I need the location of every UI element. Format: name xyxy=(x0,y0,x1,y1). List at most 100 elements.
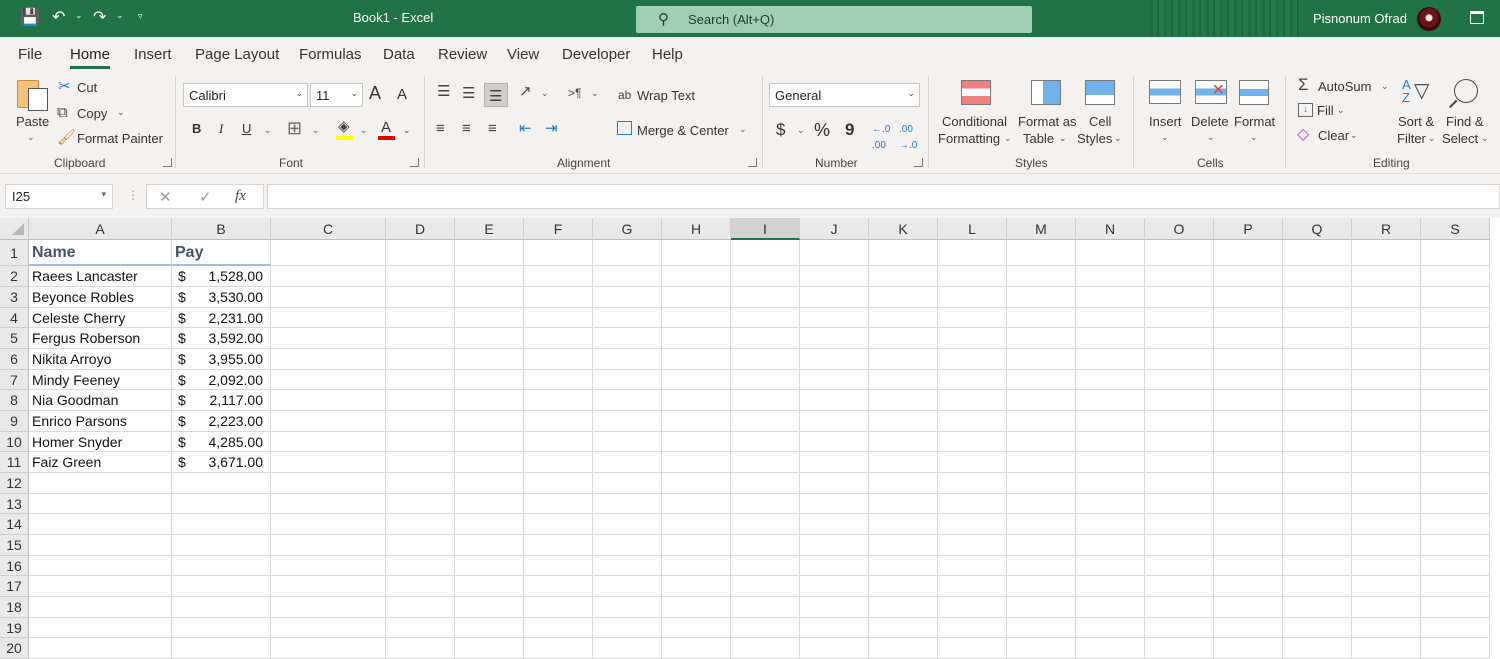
clipboard-launcher-icon[interactable] xyxy=(163,158,172,167)
row-header-15[interactable]: 15 xyxy=(0,535,29,556)
cell-r15[interactable] xyxy=(1352,535,1421,556)
cell-i12[interactable] xyxy=(731,473,800,494)
splitter-handle[interactable]: ⋮ xyxy=(127,188,139,202)
cell-c14[interactable] xyxy=(271,514,386,535)
percent-style-button[interactable]: % xyxy=(814,120,830,141)
cell-c8[interactable] xyxy=(271,390,386,411)
cell-b13[interactable] xyxy=(172,494,271,514)
cell-s5[interactable] xyxy=(1421,328,1490,349)
middle-align-icon[interactable]: ☰ xyxy=(462,86,475,102)
cell-h4[interactable] xyxy=(662,308,731,328)
cell-j3[interactable] xyxy=(800,287,869,308)
cell-g16[interactable] xyxy=(593,556,662,576)
cell-s18[interactable] xyxy=(1421,597,1490,618)
cell-c20[interactable] xyxy=(271,638,386,659)
cell-d7[interactable] xyxy=(386,370,455,390)
cell-l16[interactable] xyxy=(938,556,1007,576)
tab-review[interactable]: Review xyxy=(438,46,487,63)
number-launcher-icon[interactable] xyxy=(914,158,923,167)
cell-g17[interactable] xyxy=(593,576,662,597)
cell-b9[interactable]: $2,223.00 xyxy=(172,411,271,432)
cell-j11[interactable] xyxy=(800,452,869,473)
cell-d13[interactable] xyxy=(386,494,455,514)
column-header-q[interactable]: Q xyxy=(1283,218,1352,240)
cell-a6[interactable]: Nikita Arroyo xyxy=(29,349,172,370)
cell-i16[interactable] xyxy=(731,556,800,576)
cell-n9[interactable] xyxy=(1076,411,1145,432)
cell-d8[interactable] xyxy=(386,390,455,411)
cell-p20[interactable] xyxy=(1214,638,1283,659)
cell-r16[interactable] xyxy=(1352,556,1421,576)
cell-o12[interactable] xyxy=(1145,473,1214,494)
cell-f18[interactable] xyxy=(524,597,593,618)
cell-o16[interactable] xyxy=(1145,556,1214,576)
cell-r7[interactable] xyxy=(1352,370,1421,390)
cell-m15[interactable] xyxy=(1007,535,1076,556)
cell-j4[interactable] xyxy=(800,308,869,328)
cell-r5[interactable] xyxy=(1352,328,1421,349)
cell-e18[interactable] xyxy=(455,597,524,618)
cell-f1[interactable] xyxy=(524,240,593,266)
cell-p11[interactable] xyxy=(1214,452,1283,473)
cell-g15[interactable] xyxy=(593,535,662,556)
row-header-7[interactable]: 7 xyxy=(0,370,29,390)
cell-r2[interactable] xyxy=(1352,266,1421,287)
cell-o9[interactable] xyxy=(1145,411,1214,432)
cell-h14[interactable] xyxy=(662,514,731,535)
cell-s6[interactable] xyxy=(1421,349,1490,370)
select-all-button[interactable] xyxy=(0,218,29,240)
customize-qat-icon[interactable]: ▿ xyxy=(138,11,143,22)
cell-d19[interactable] xyxy=(386,618,455,638)
cell-k10[interactable] xyxy=(869,432,938,452)
cell-f3[interactable] xyxy=(524,287,593,308)
cell-s1[interactable] xyxy=(1421,240,1490,266)
cell-e12[interactable] xyxy=(455,473,524,494)
cell-q16[interactable] xyxy=(1283,556,1352,576)
cell-p8[interactable] xyxy=(1214,390,1283,411)
cell-e9[interactable] xyxy=(455,411,524,432)
redo-icon[interactable]: ↷ xyxy=(93,8,106,28)
cell-p18[interactable] xyxy=(1214,597,1283,618)
cell-o20[interactable] xyxy=(1145,638,1214,659)
column-header-j[interactable]: J xyxy=(800,218,869,240)
cell-r1[interactable] xyxy=(1352,240,1421,266)
increase-font-size-button[interactable]: A xyxy=(369,83,381,104)
cell-j12[interactable] xyxy=(800,473,869,494)
cell-r9[interactable] xyxy=(1352,411,1421,432)
cell-l14[interactable] xyxy=(938,514,1007,535)
cell-h12[interactable] xyxy=(662,473,731,494)
cell-l20[interactable] xyxy=(938,638,1007,659)
cell-h7[interactable] xyxy=(662,370,731,390)
cell-k15[interactable] xyxy=(869,535,938,556)
cell-m14[interactable] xyxy=(1007,514,1076,535)
cell-r6[interactable] xyxy=(1352,349,1421,370)
cell-f5[interactable] xyxy=(524,328,593,349)
cell-c13[interactable] xyxy=(271,494,386,514)
cell-j14[interactable] xyxy=(800,514,869,535)
cell-c19[interactable] xyxy=(271,618,386,638)
cell-h15[interactable] xyxy=(662,535,731,556)
cell-l11[interactable] xyxy=(938,452,1007,473)
cell-b14[interactable] xyxy=(172,514,271,535)
row-header-11[interactable]: 11 xyxy=(0,452,29,473)
cell-f8[interactable] xyxy=(524,390,593,411)
tab-page-layout[interactable]: Page Layout xyxy=(195,46,279,63)
cell-j18[interactable] xyxy=(800,597,869,618)
avatar[interactable] xyxy=(1417,7,1441,31)
cell-e1[interactable] xyxy=(455,240,524,266)
cell-o13[interactable] xyxy=(1145,494,1214,514)
cell-s2[interactable] xyxy=(1421,266,1490,287)
cell-m3[interactable] xyxy=(1007,287,1076,308)
cell-b16[interactable] xyxy=(172,556,271,576)
cell-q20[interactable] xyxy=(1283,638,1352,659)
cell-d3[interactable] xyxy=(386,287,455,308)
number-format-select[interactable]: General ⌄ xyxy=(769,83,920,107)
cell-f11[interactable] xyxy=(524,452,593,473)
cell-j1[interactable] xyxy=(800,240,869,266)
cell-q18[interactable] xyxy=(1283,597,1352,618)
cell-o2[interactable] xyxy=(1145,266,1214,287)
cell-b17[interactable] xyxy=(172,576,271,597)
cell-o8[interactable] xyxy=(1145,390,1214,411)
cell-q1[interactable] xyxy=(1283,240,1352,266)
row-header-18[interactable]: 18 xyxy=(0,597,29,618)
